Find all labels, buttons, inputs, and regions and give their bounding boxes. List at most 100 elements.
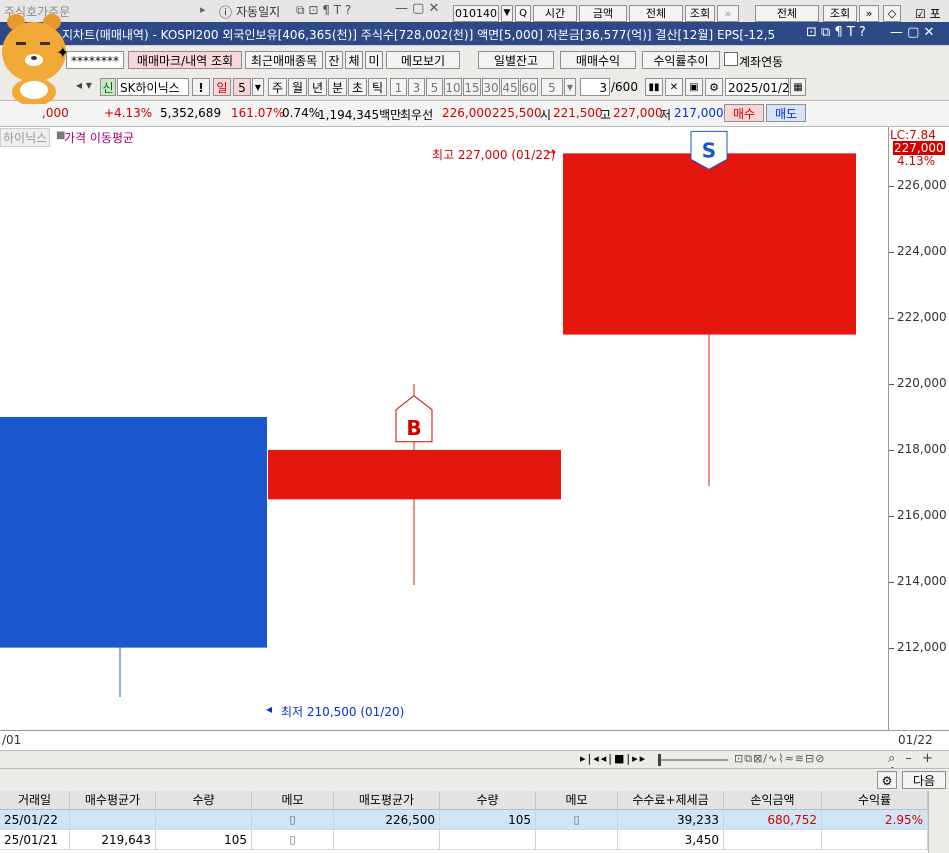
next-button[interactable]: 다음 — [902, 771, 946, 789]
arrow-right-icon[interactable]: ▸ — [200, 3, 206, 16]
interval-10[interactable]: 10 — [444, 78, 462, 96]
save-icon[interactable]: ▣ — [685, 78, 703, 96]
period-minute[interactable]: 분 — [328, 78, 347, 96]
amount-select[interactable]: 금액 — [579, 5, 627, 22]
candle-icon[interactable]: ▮▮ — [645, 78, 663, 96]
interval-60[interactable]: 60 — [520, 78, 538, 96]
query-button[interactable]: 조회 — [685, 5, 715, 22]
playback-icons[interactable]: ▸|◂◂|■|▸▸ — [580, 752, 647, 765]
candle-body-01-21[interactable] — [268, 449, 561, 500]
auto-diary-label[interactable]: 자동일지 — [236, 3, 280, 20]
filled-button[interactable]: 체 — [345, 51, 363, 69]
calendar-icon[interactable]: ▦ — [790, 78, 806, 96]
candle-body-01-22[interactable] — [563, 153, 856, 335]
period-tick[interactable]: 틱 — [368, 78, 387, 96]
zoom-slider-handle[interactable] — [658, 754, 661, 766]
row2-buy-memo-icon[interactable]: ▯ — [252, 830, 334, 850]
memo-view-button[interactable]: 메모보기 — [386, 51, 460, 69]
search-icon[interactable]: Q — [515, 5, 531, 22]
candlestick-svg[interactable]: SB — [0, 127, 888, 730]
row1-buy-memo-icon[interactable]: ▯ — [252, 810, 334, 830]
eraser-icon[interactable]: ◇ — [883, 5, 901, 22]
speaker-icon[interactable]: ◂ ▾ — [76, 78, 92, 92]
row1-sell-qty: 105 — [440, 810, 536, 830]
buy-button[interactable]: 매수 — [724, 104, 764, 122]
price-chart[interactable]: SB 하이닉스 ■ 가격 이동평균 최고 227,000 (01/22) → ◂… — [0, 127, 888, 730]
interval-45[interactable]: 45 — [501, 78, 519, 96]
row1-rate: 2.95% — [822, 810, 928, 830]
all-select-2[interactable]: 전체 — [755, 5, 819, 22]
interval-1[interactable]: 1 — [390, 78, 407, 96]
period-week[interactable]: 주 — [268, 78, 287, 96]
row1-buy-avg — [70, 810, 156, 830]
restore-icon[interactable]: ⧉ ⊡ ¶ T ? — [296, 3, 351, 18]
interval-30[interactable]: 30 — [482, 78, 500, 96]
chevron-down-icon[interactable]: ▼ — [501, 5, 513, 22]
code-input[interactable]: 010140 — [453, 5, 499, 22]
col-sell-qty: 수량 — [440, 791, 536, 810]
drawing-tool-icons[interactable]: ⊡⧉⊠∕∿⌇≈≋⊟⊘ — [734, 752, 825, 766]
interval-select[interactable]: 5 — [541, 78, 563, 96]
zoom-slider[interactable] — [658, 759, 728, 761]
row2-sell-qty — [440, 830, 536, 850]
interval-5[interactable]: 5 — [426, 78, 443, 96]
last-price-tag: 227,000 — [893, 141, 945, 155]
unfilled-button[interactable]: 미 — [365, 51, 383, 69]
interval-15[interactable]: 15 — [463, 78, 481, 96]
window-controls[interactable]: — ▢ ✕ — [395, 1, 439, 16]
fast-forward-icon[interactable]: » — [717, 5, 739, 22]
table-gear-icon[interactable]: ⚙ — [877, 771, 897, 789]
fast-forward-icon-2[interactable]: » — [859, 5, 879, 22]
trade-amount: 1,194,345백만 — [318, 108, 402, 122]
credit-badge: 신 — [100, 78, 116, 96]
profit-trend-button[interactable]: 수익률추이 — [642, 51, 720, 69]
chart-scroll-controls[interactable]: ▸|◂◂|■|▸▸ ⊡⧉⊠∕∿⌇≈≋⊟⊘ ⌕ – + A — [0, 750, 949, 781]
query-button-2[interactable]: 조회 — [823, 5, 857, 22]
title-window-icons[interactable]: ⊡ ⧉ ¶ T ? — [806, 25, 866, 40]
row2-sell-memo — [536, 830, 618, 850]
chart-window-title: 지차트(매매내역) - KOSPI200 외국인보유[406,365(천)] 주… — [0, 22, 949, 45]
low-price: 217,000 — [674, 106, 724, 120]
row1-pnl: 680,752 — [724, 810, 822, 830]
password-field[interactable]: ******** — [66, 51, 124, 69]
period-year[interactable]: 년 — [308, 78, 327, 96]
cross-icon[interactable]: ✕ — [665, 78, 683, 96]
period-num-field[interactable]: 5 — [233, 78, 251, 96]
count-field[interactable]: 3 — [580, 78, 610, 96]
period-month[interactable]: 월 — [288, 78, 307, 96]
sell-button[interactable]: 매도 — [766, 104, 806, 122]
clock-icon[interactable]: ⓘ — [219, 2, 232, 21]
candle-body-01-20[interactable] — [0, 416, 267, 648]
gear-icon[interactable]: ⚙ — [705, 78, 723, 96]
account-link-checkbox[interactable] — [724, 52, 738, 66]
row2-fee: 3,450 — [618, 830, 724, 850]
row1-buy-qty — [156, 810, 252, 830]
row2-sell-avg — [334, 830, 440, 850]
time-select[interactable]: 시간 — [533, 5, 577, 22]
buy-marker[interactable]: B — [395, 395, 433, 443]
chevron-down-icon[interactable]: ▼ — [252, 78, 264, 96]
chevron-down-icon[interactable]: ▼ — [564, 78, 576, 96]
daily-balance-button[interactable]: 일별잔고 — [478, 51, 554, 69]
date-field[interactable]: 2025/01/22 — [725, 78, 797, 96]
stock-name-field[interactable]: SK하이닉스 — [117, 78, 189, 96]
y-tick-mark — [889, 647, 894, 649]
table-scrollbar[interactable] — [928, 791, 949, 853]
alert-button[interactable]: ! — [192, 78, 210, 96]
all-select[interactable]: 전체 — [629, 5, 683, 22]
title-window-controls[interactable]: — ▢ ✕ — [890, 25, 934, 40]
period-daily-button[interactable]: 일 — [213, 78, 231, 96]
period-second[interactable]: 초 — [348, 78, 367, 96]
row1-sell-memo-icon[interactable]: ▯ — [536, 810, 618, 830]
y-tick-label: 222,000 — [897, 310, 947, 325]
bid-price: 225,500 — [492, 106, 542, 120]
volume-ratio: 161.07% — [231, 106, 285, 120]
balance-button[interactable]: 잔 — [325, 51, 343, 69]
marking-query-button[interactable]: 매매마크/내역 조회 — [128, 51, 242, 69]
trade-profit-button[interactable]: 매매수익 — [560, 51, 636, 69]
row2-pnl — [724, 830, 822, 850]
volume: 5,352,689 — [160, 106, 222, 120]
right-checkbox[interactable]: ☑ 포 — [915, 5, 941, 22]
recent-trades-button[interactable]: 최근매매종목 — [245, 51, 323, 69]
interval-3[interactable]: 3 — [408, 78, 425, 96]
